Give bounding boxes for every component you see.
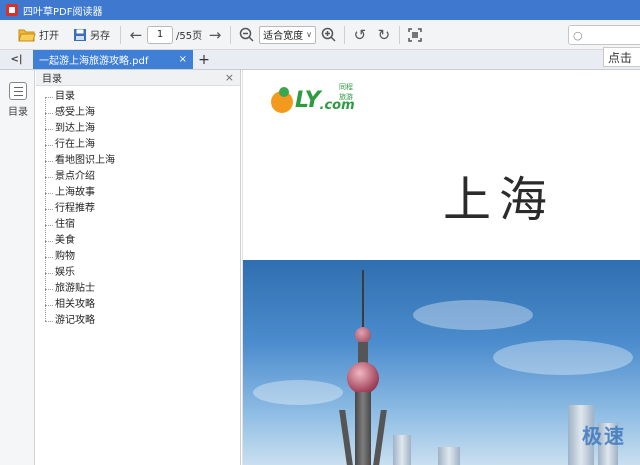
outline-panel: 目录 × 目录 感受上海 到达上海 行在上海 看地图识上海 景点介绍 上海故事 … — [36, 70, 241, 465]
save-as-label: 另存 — [90, 31, 110, 42]
left-rail: 目录 — [0, 70, 35, 465]
outline-item[interactable]: 目录 — [45, 89, 240, 105]
tower-upper-sphere — [355, 327, 371, 343]
close-icon[interactable]: × — [225, 71, 234, 84]
rotate-right-icon: ↻ — [377, 25, 391, 44]
folder-open-icon — [18, 29, 36, 41]
zoom-out-icon — [239, 27, 254, 42]
outline-item[interactable]: 感受上海 — [45, 105, 240, 121]
logo-mark-icon — [271, 87, 293, 113]
outline-toggle-label: 目录 — [8, 107, 28, 118]
outline-title: 目录 — [42, 74, 62, 85]
tower-main-sphere — [347, 362, 379, 394]
logo-tagline: 同程旅游 — [339, 83, 353, 101]
toolbar-divider — [398, 25, 400, 44]
tower-spire — [362, 270, 364, 335]
cloud — [413, 300, 533, 330]
toolbar-divider — [230, 25, 232, 44]
rotate-right-button[interactable]: ↻ — [375, 26, 393, 44]
toolbar: 打开 另存 ← 1 /55页 → 适合宽度 ∨ ↺ ↻ ○ — [0, 20, 640, 50]
previous-page-button[interactable]: ← — [127, 26, 145, 44]
logo-text: LY — [295, 88, 321, 113]
ly-logo: LY .com 同程旅游 — [271, 83, 355, 113]
tab-bar: <| 一起游上海旅游攻略.pdf × + — [0, 50, 640, 70]
outline-item[interactable]: 行程推荐 — [45, 201, 240, 217]
open-button[interactable]: 打开 — [14, 24, 63, 46]
arrow-right-icon: → — [208, 25, 222, 44]
close-icon[interactable]: × — [179, 54, 187, 65]
outline-item[interactable]: 上海故事 — [45, 185, 240, 201]
shanghai-skyline-photo — [243, 260, 640, 465]
outline-item[interactable]: 到达上海 — [45, 121, 240, 137]
outline-item[interactable]: 住宿 — [45, 217, 240, 233]
document-tab-label: 一起游上海旅游攻略.pdf — [39, 56, 149, 67]
outline-item[interactable]: 看地图识上海 — [45, 153, 240, 169]
fullscreen-icon — [408, 27, 422, 42]
outline-item[interactable]: 景点介绍 — [45, 169, 240, 185]
cloud — [253, 380, 343, 405]
outline-item[interactable]: 旅游贴士 — [45, 281, 240, 297]
outline-item[interactable]: 美食 — [45, 233, 240, 249]
rotate-left-button[interactable]: ↺ — [351, 26, 369, 44]
outline-item[interactable]: 娱乐 — [45, 265, 240, 281]
zoom-out-button[interactable] — [237, 26, 255, 44]
outline-item[interactable]: 购物 — [45, 249, 240, 265]
search-input[interactable]: ○ — [568, 25, 640, 45]
page-heading: 上海 — [443, 172, 556, 228]
outline-item[interactable]: 相关攻略 — [45, 297, 240, 313]
save-icon — [74, 28, 86, 41]
title-bar: 四叶草PDF阅读器 — [0, 0, 640, 20]
list-icon — [9, 82, 27, 100]
outline-toggle[interactable]: 目录 — [6, 82, 30, 118]
building — [393, 435, 411, 465]
page-total: /55页 — [176, 31, 203, 42]
outline-item[interactable]: 行在上海 — [45, 137, 240, 153]
tower-base — [355, 392, 371, 465]
fullscreen-button[interactable] — [406, 26, 424, 44]
outline-list: 目录 感受上海 到达上海 行在上海 看地图识上海 景点介绍 上海故事 行程推荐 … — [36, 89, 240, 329]
tooltip: 点击 — [603, 47, 640, 67]
cloud — [493, 340, 633, 375]
page-number-input[interactable]: 1 — [147, 25, 173, 44]
chevron-down-icon: ∨ — [306, 30, 312, 39]
open-label: 打开 — [39, 31, 59, 42]
search-icon: ○ — [573, 28, 583, 42]
tower-leg — [339, 410, 353, 465]
zoom-in-icon — [322, 27, 336, 42]
window-title: 四叶草PDF阅读器 — [23, 6, 103, 18]
toolbar-divider — [120, 25, 121, 44]
zoom-in-button[interactable] — [320, 26, 338, 44]
toolbar-divider — [343, 25, 345, 44]
tower-leg — [373, 410, 387, 465]
app-logo-icon — [6, 4, 18, 16]
watermark: 极速 — [582, 424, 626, 448]
building — [438, 447, 460, 465]
plus-icon: + — [198, 51, 210, 68]
collapse-left-icon: <| — [10, 53, 23, 65]
zoom-mode-value: 适合宽度 — [263, 31, 304, 42]
outline-header: 目录 × — [36, 70, 240, 86]
outline-item[interactable]: 游记攻略 — [45, 313, 240, 329]
arrow-left-icon: ← — [129, 25, 143, 44]
document-tab[interactable]: 一起游上海旅游攻略.pdf × — [33, 50, 193, 69]
save-as-button[interactable]: 另存 — [69, 24, 114, 46]
next-page-button[interactable]: → — [206, 26, 224, 44]
collapse-sidebar-button[interactable]: <| — [0, 49, 33, 69]
zoom-mode-select[interactable]: 适合宽度 ∨ — [259, 25, 316, 44]
new-tab-button[interactable]: + — [193, 50, 215, 69]
rotate-left-icon: ↺ — [353, 25, 367, 44]
document-viewer[interactable]: LY .com 同程旅游 上海 — [242, 70, 640, 465]
